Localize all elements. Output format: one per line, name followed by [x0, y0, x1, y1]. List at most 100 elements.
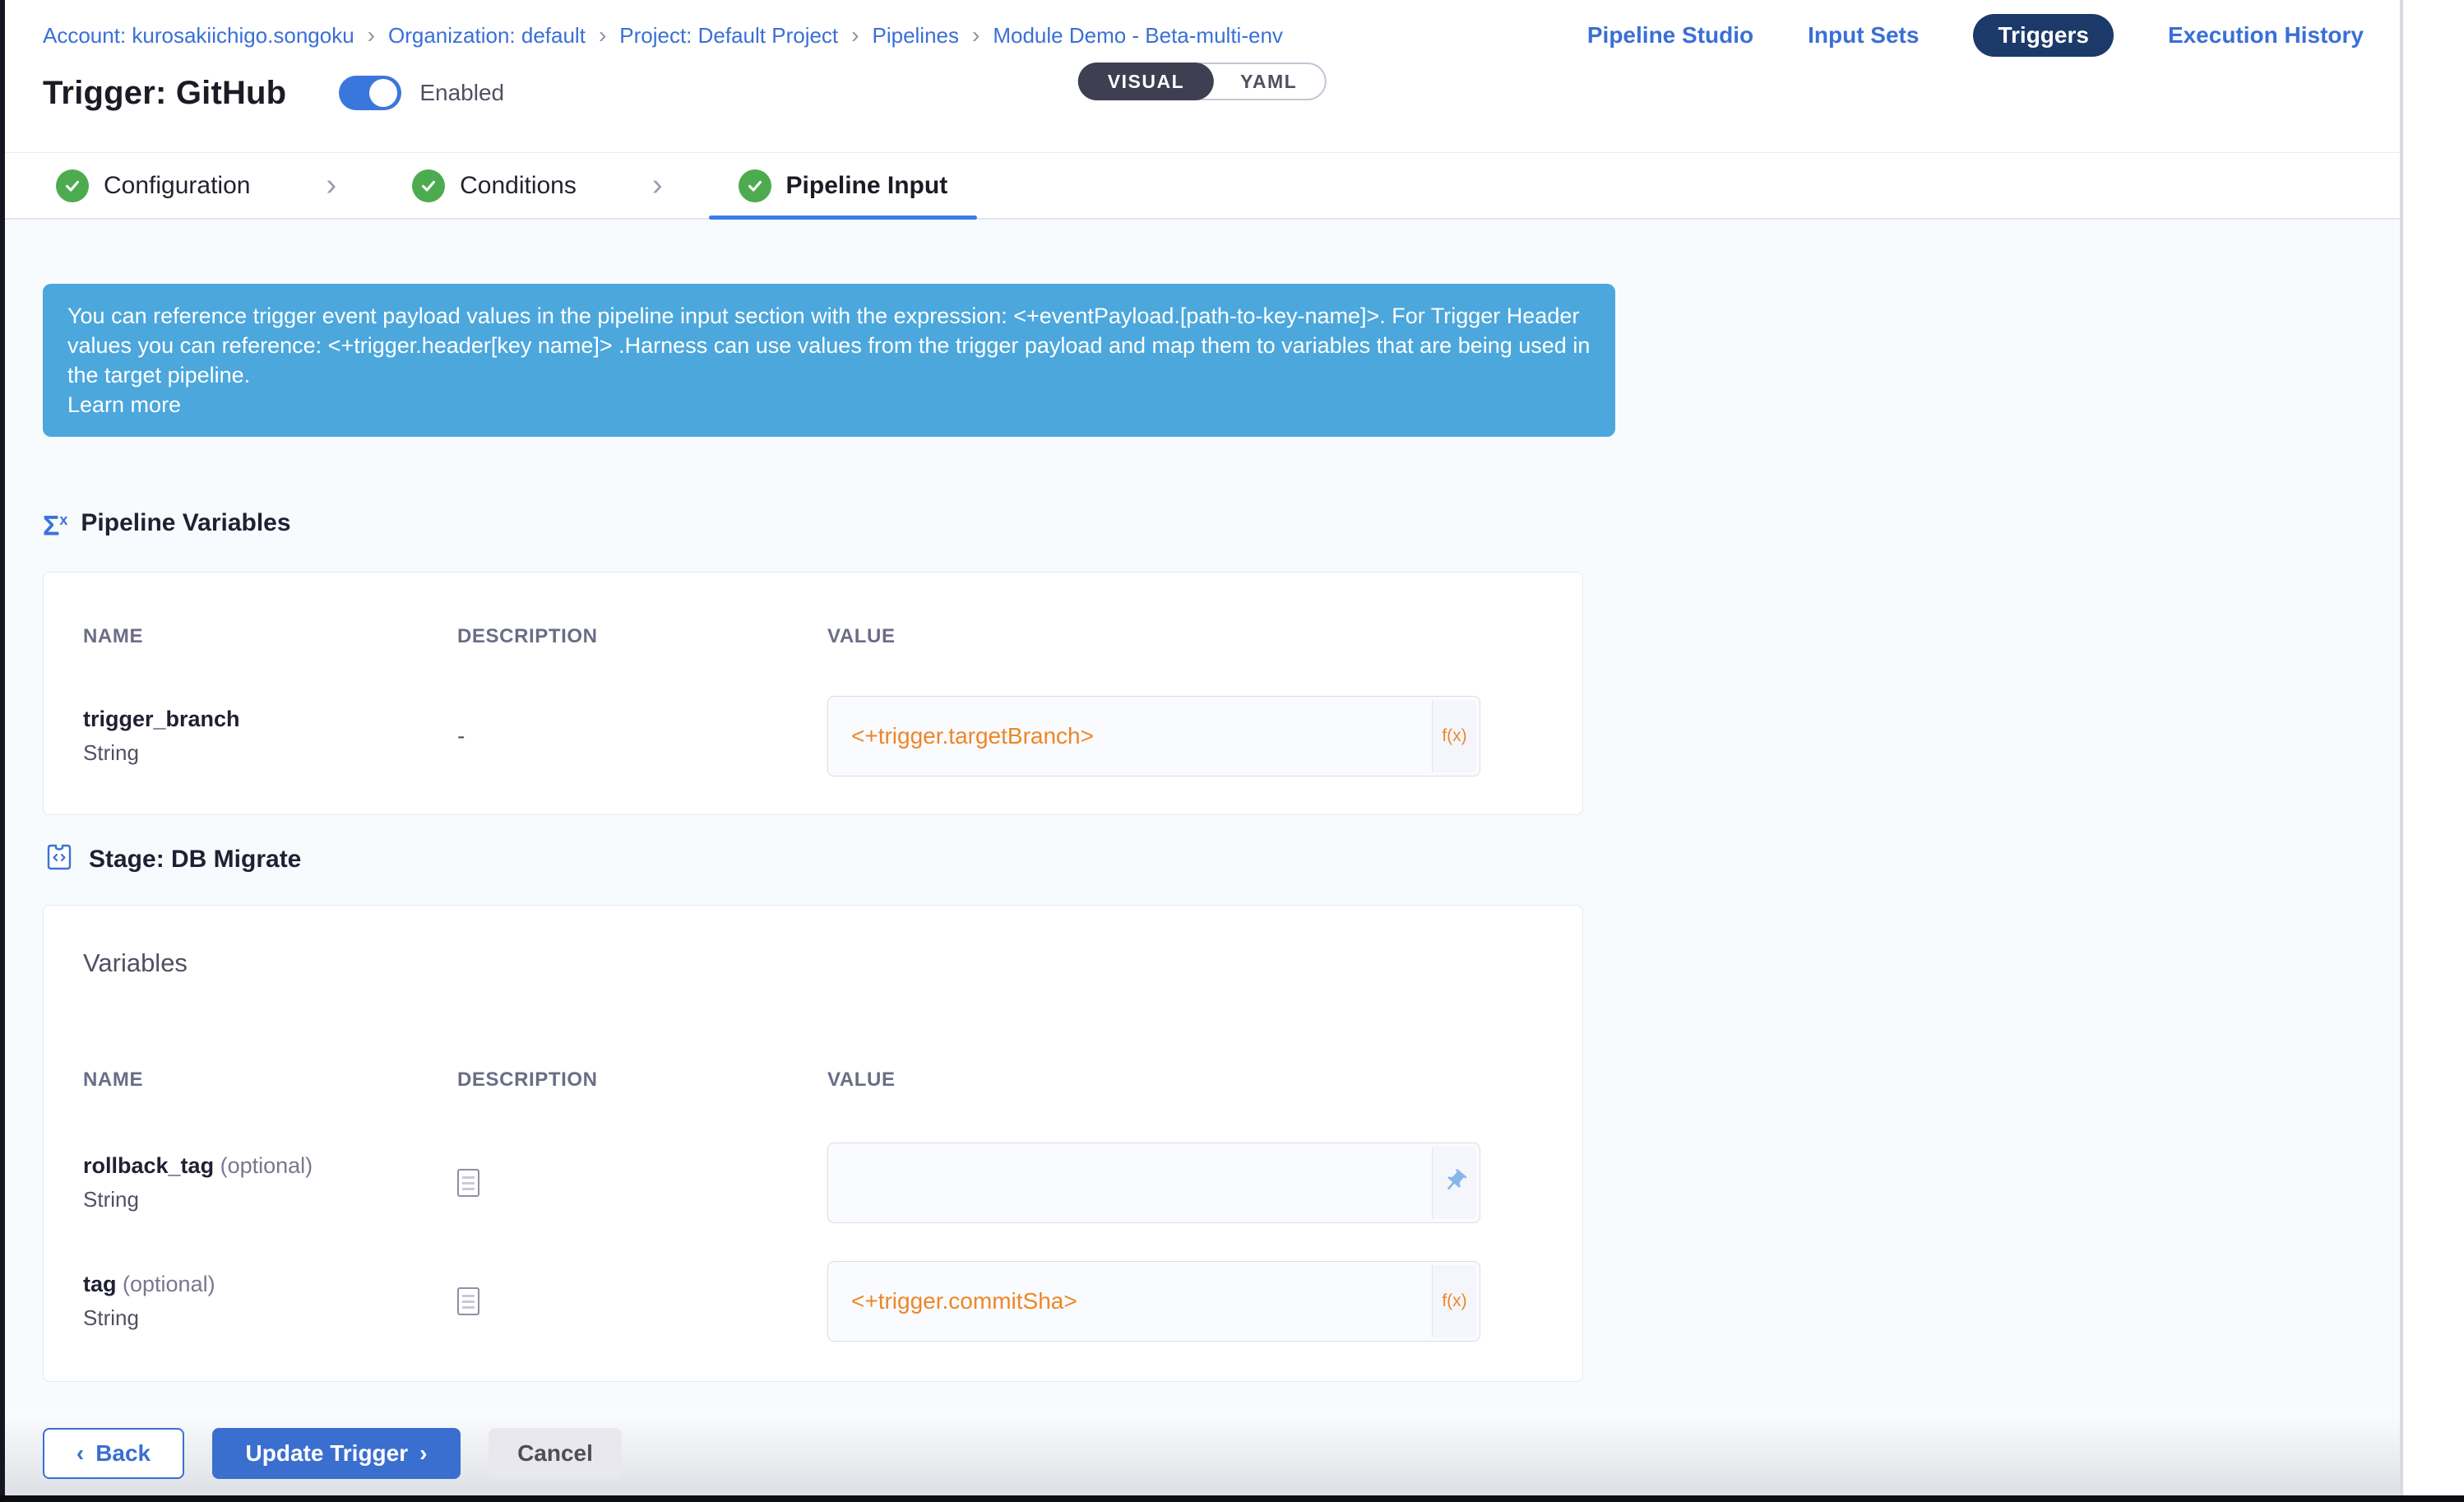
back-button[interactable]: ‹ Back	[43, 1428, 184, 1479]
update-button-label: Update Trigger	[246, 1440, 409, 1467]
enabled-toggle[interactable]	[339, 76, 401, 110]
fx-expression-icon: f(x)	[1442, 726, 1466, 746]
yaml-tab[interactable]: YAML	[1212, 63, 1325, 100]
stage-section-header: Stage: DB Migrate	[43, 841, 301, 878]
chevron-right-icon: ›	[419, 1440, 427, 1467]
top-nav: Pipeline Studio Input Sets Triggers Exec…	[1587, 14, 2364, 57]
column-header-name: NAME	[83, 625, 457, 648]
nav-pipeline-studio[interactable]: Pipeline Studio	[1587, 22, 1753, 49]
top-line: Account: kurosakiichigo.songoku › Organi…	[43, 12, 2364, 59]
description-icon[interactable]	[457, 1169, 479, 1197]
section-title: Pipeline Variables	[81, 509, 290, 537]
nav-execution-history[interactable]: Execution History	[2168, 22, 2364, 49]
value-input-wrapper: f(x)	[827, 1261, 1480, 1342]
tab-label: Configuration	[104, 172, 250, 200]
bottom-edge-strip	[0, 1495, 2464, 1502]
app-column: Account: kurosakiichigo.songoku › Organi…	[5, 0, 2400, 1495]
toggle-knob	[369, 79, 397, 107]
variable-description: -	[457, 723, 827, 749]
back-button-label: Back	[95, 1440, 151, 1467]
variable-name: tag	[83, 1272, 117, 1296]
variable-description	[457, 1169, 827, 1197]
chevron-right-icon: ›	[652, 168, 663, 203]
breadcrumb-separator: ›	[972, 22, 980, 49]
tab-label: Conditions	[460, 172, 577, 200]
check-circle-icon	[739, 169, 771, 202]
info-banner: You can reference trigger event payload …	[43, 284, 1615, 437]
variable-name-cell: trigger_branch String	[83, 707, 457, 766]
variable-description	[457, 1287, 827, 1315]
column-header-description: DESCRIPTION	[457, 625, 827, 648]
value-input-wrapper: f(x)	[827, 696, 1480, 776]
breadcrumb-project[interactable]: Project: Default Project	[619, 23, 838, 49]
table-row: rollback_tag (optional) String	[83, 1143, 1549, 1223]
variable-type: String	[83, 740, 457, 766]
variable-name-cell: tag (optional) String	[83, 1272, 457, 1331]
stage-icon	[43, 841, 76, 878]
column-header-name: NAME	[83, 1069, 457, 1092]
table-row: trigger_branch String - f(x)	[83, 696, 1549, 776]
page: Account: kurosakiichigo.songoku › Organi…	[0, 0, 2464, 1502]
chevron-right-icon: ›	[326, 168, 336, 203]
footer-bar: ‹ Back Update Trigger › Cancel	[5, 1412, 2400, 1495]
pipeline-variables-icon: Σx	[43, 506, 67, 540]
chevron-left-icon: ‹	[76, 1440, 84, 1467]
stage-variables-card: Variables NAME DESCRIPTION VALUE rollbac…	[43, 905, 1583, 1382]
check-circle-icon	[56, 169, 89, 202]
table-header-row: NAME DESCRIPTION VALUE	[83, 1069, 1549, 1092]
wizard-tabs: Configuration › Conditions › Pipeline In…	[5, 152, 2400, 220]
learn-more-link[interactable]: Learn more	[67, 390, 1591, 420]
tab-configuration[interactable]: Configuration	[56, 153, 250, 218]
pipeline-variables-card: NAME DESCRIPTION VALUE trigger_branch St…	[43, 572, 1583, 815]
nav-input-sets[interactable]: Input Sets	[1808, 22, 1919, 49]
cancel-button[interactable]: Cancel	[489, 1428, 622, 1479]
table-header-row: NAME DESCRIPTION VALUE	[83, 625, 1549, 648]
trigger-branch-value-input[interactable]	[828, 697, 1480, 776]
breadcrumb-separator: ›	[851, 22, 859, 49]
rollback-tag-value-input[interactable]	[828, 1143, 1480, 1222]
table-row: tag (optional) String f(x)	[83, 1261, 1549, 1342]
variable-name: trigger_branch	[83, 707, 457, 732]
variable-type: String	[83, 1187, 457, 1212]
tag-value-input[interactable]	[828, 1262, 1480, 1341]
page-header: Account: kurosakiichigo.songoku › Organi…	[5, 0, 2400, 220]
tab-label: Pipeline Input	[786, 172, 948, 200]
pin-icon	[1442, 1168, 1468, 1198]
tab-conditions[interactable]: Conditions	[412, 153, 577, 218]
breadcrumb-separator: ›	[599, 22, 606, 49]
title-row: Trigger: GitHub Enabled	[43, 61, 504, 125]
variable-name: rollback_tag	[83, 1153, 214, 1178]
variable-name-cell: rollback_tag (optional) String	[83, 1153, 457, 1212]
variables-panel-title: Variables	[83, 948, 188, 978]
main-content: You can reference trigger event payload …	[5, 220, 2400, 1412]
optional-label: (optional)	[123, 1272, 215, 1296]
column-header-description: DESCRIPTION	[457, 1069, 827, 1092]
optional-label: (optional)	[220, 1153, 313, 1178]
value-input-wrapper	[827, 1143, 1480, 1223]
cancel-button-label: Cancel	[517, 1440, 593, 1467]
column-header-value: VALUE	[827, 1069, 1549, 1092]
expression-addon[interactable]: f(x)	[1432, 1265, 1476, 1337]
visual-tab[interactable]: VISUAL	[1078, 63, 1214, 100]
page-title: Trigger: GitHub	[43, 75, 286, 112]
description-icon[interactable]	[457, 1287, 479, 1315]
expression-addon[interactable]: f(x)	[1432, 700, 1476, 772]
breadcrumb: Account: kurosakiichigo.songoku › Organi…	[43, 22, 1283, 49]
section-title: Stage: DB Migrate	[89, 846, 301, 874]
info-banner-text: You can reference trigger event payload …	[67, 304, 1590, 387]
pipeline-variables-section-header: Σx Pipeline Variables	[43, 506, 291, 540]
variable-type: String	[83, 1305, 457, 1331]
check-circle-icon	[412, 169, 445, 202]
nav-triggers[interactable]: Triggers	[1973, 14, 2113, 57]
column-header-value: VALUE	[827, 625, 1549, 648]
breadcrumb-pipelines[interactable]: Pipelines	[872, 23, 959, 49]
enabled-label: Enabled	[419, 80, 504, 106]
breadcrumb-pipeline-name[interactable]: Module Demo - Beta-multi-env	[993, 23, 1283, 49]
breadcrumb-organization[interactable]: Organization: default	[388, 23, 586, 49]
update-trigger-button[interactable]: Update Trigger ›	[212, 1428, 461, 1479]
pin-addon[interactable]	[1432, 1147, 1476, 1219]
right-divider-line	[2400, 0, 2403, 1495]
fx-expression-icon: f(x)	[1442, 1291, 1466, 1311]
tab-pipeline-input[interactable]: Pipeline Input	[739, 153, 948, 218]
breadcrumb-account[interactable]: Account: kurosakiichigo.songoku	[43, 23, 354, 49]
